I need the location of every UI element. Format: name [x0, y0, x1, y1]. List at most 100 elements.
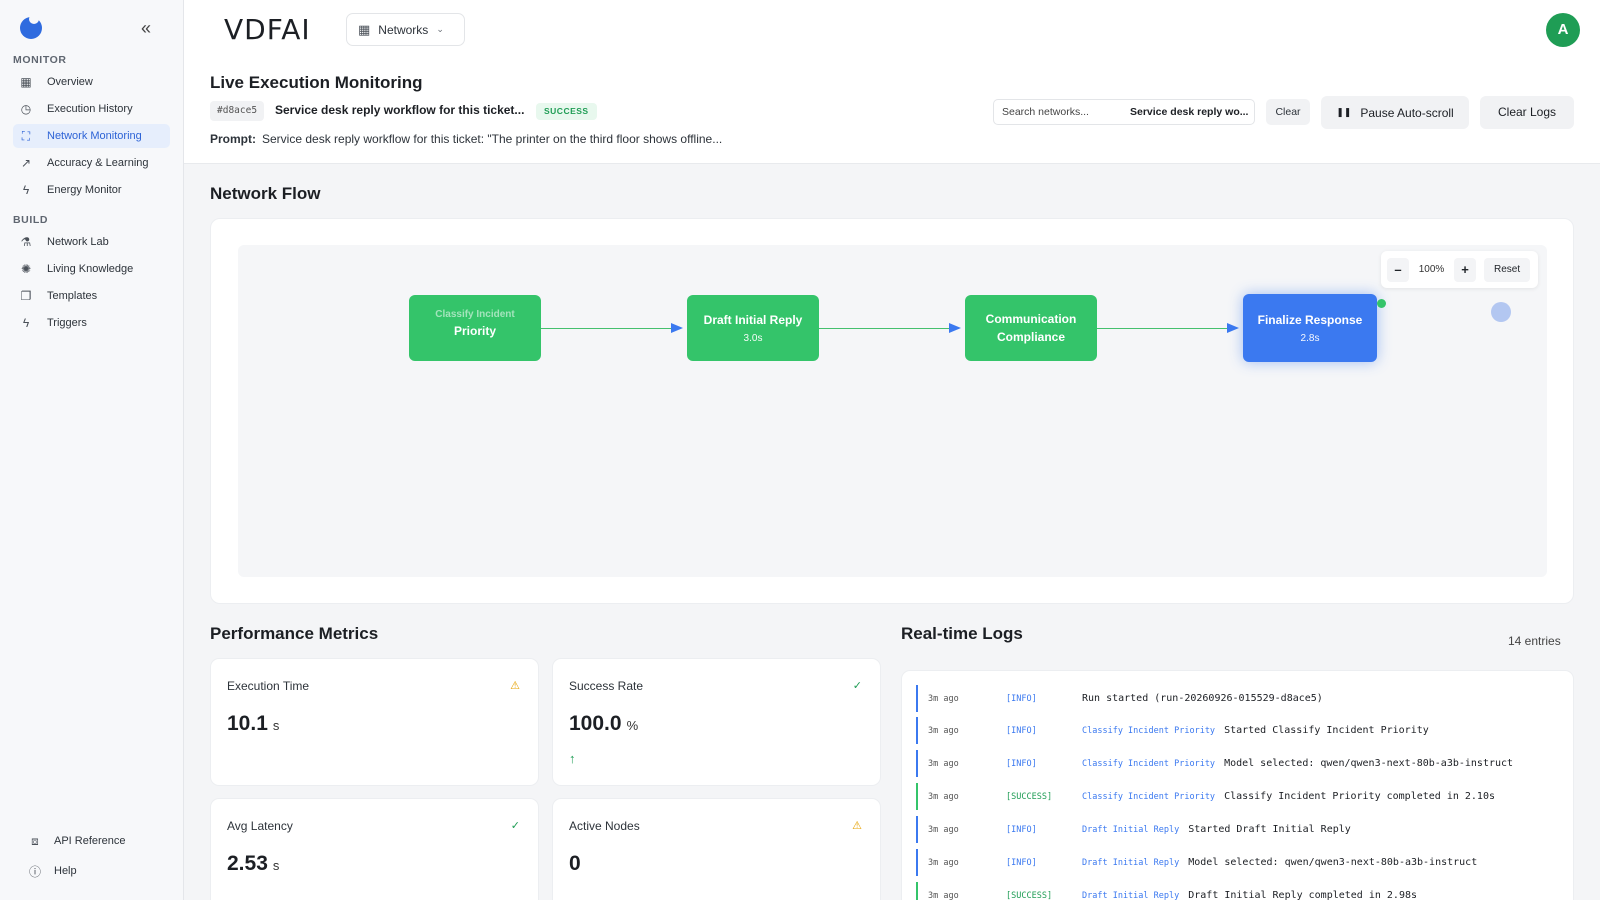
log-time: 3m ago [928, 791, 959, 802]
log-level: [INFO] [1006, 758, 1037, 769]
history-icon: ◷ [20, 102, 32, 116]
flow-node-label: Priority [453, 323, 496, 338]
clear-button[interactable]: Clear [1266, 99, 1310, 125]
pause-label: Pause Auto-scroll [1360, 105, 1454, 120]
prompt-line: Prompt: Service desk reply workflow for t… [210, 132, 722, 146]
pause-autoscroll-button[interactable]: ❚❚ Pause Auto-scroll [1321, 96, 1469, 129]
metric-value: 100.0% [569, 712, 638, 736]
sidebar-item-living-knowledge[interactable]: ✺ Living Knowledge [13, 257, 170, 281]
sidebar-item-network-lab[interactable]: ⚗ Network Lab [13, 230, 170, 254]
metric-label: Active Nodes [569, 819, 640, 833]
zoom-reset-button[interactable]: Reset [1484, 257, 1531, 282]
flow-edge [541, 323, 683, 333]
log-time: 3m ago [928, 693, 959, 704]
log-message: Model selected: qwen/qwen3-next-80b-a3b-… [1188, 857, 1478, 868]
help-icon: ⓘ [28, 864, 41, 879]
search-input[interactable] [994, 106, 1122, 118]
metric-number: 2.53 [227, 852, 268, 875]
brand-text: VDFAI [224, 13, 311, 46]
flow-node-duration: 3.0s [743, 332, 763, 344]
flow-node-classify-incident-priority[interactable]: Classify Incident Priority [409, 295, 541, 361]
metric-card-active-nodes: Active Nodes ⚠ 0 [552, 798, 881, 900]
flow-node-label: Finalize Response [1257, 312, 1363, 327]
network-search: Service desk reply wo... [993, 99, 1255, 125]
flow-node-finalize-response[interactable]: Finalize Response 2.8s [1243, 294, 1377, 362]
log-time: 3m ago [928, 824, 959, 835]
zoom-in-button[interactable]: + [1454, 257, 1476, 282]
brand-logo[interactable]: VDFAI [224, 13, 311, 46]
log-row: 3m ago [INFO] Classify Incident Priority… [916, 750, 1556, 777]
flow-node-draft-initial-reply[interactable]: Draft Initial Reply 3.0s [687, 295, 819, 361]
flow-node-duration: 2.8s [1300, 332, 1320, 344]
log-level: [INFO] [1006, 725, 1037, 736]
footer-item-help[interactable]: ⓘ Help [27, 861, 77, 881]
networks-label: Networks [378, 22, 429, 37]
check-icon: ✓ [510, 820, 520, 832]
selected-network[interactable]: Service desk reply wo... [1130, 106, 1248, 118]
warning-icon: ⚠ [852, 820, 862, 832]
log-time: 3m ago [928, 857, 959, 868]
sidebar-item-triggers[interactable]: ϟ Triggers [13, 311, 170, 335]
section-title-build: BUILD [13, 214, 49, 226]
metric-value: 0 [569, 852, 581, 876]
check-icon: ✓ [852, 680, 862, 692]
log-time: 3m ago [928, 890, 959, 900]
log-node: Draft Initial Reply [1082, 824, 1180, 835]
sidebar-item-network-monitoring[interactable]: ⛶ Network Monitoring [13, 124, 170, 148]
networks-dropdown[interactable]: ▦ Networks ⌄ [346, 13, 465, 46]
brain-icon: ✺ [20, 262, 32, 276]
collapse-sidebar-icon[interactable]: « [136, 18, 156, 38]
log-message: Started Classify Incident Priority [1224, 725, 1429, 736]
sidebar-item-execution-history[interactable]: ◷ Execution History [13, 97, 170, 121]
sidebar-item-label: Living Knowledge [47, 263, 134, 275]
sidebar-item-label: Triggers [47, 317, 87, 329]
sidebar-item-energy-monitor[interactable]: ϟ Energy Monitor [13, 178, 170, 202]
realtime-logs-heading: Real-time Logs [901, 624, 1023, 643]
footer-item-api-reference[interactable]: ⧈ API Reference [27, 831, 125, 851]
flow-node-ghost-label: Classify Incident [435, 308, 515, 320]
prompt-label: Prompt: [210, 132, 256, 146]
zoom-out-button[interactable]: – [1387, 257, 1409, 282]
metric-unit: % [626, 718, 639, 733]
flow-node-communication-compliance[interactable]: Communication Compliance [965, 295, 1097, 361]
network-flow-card: Classify Incident Priority Draft Initial… [210, 218, 1574, 604]
sidebar: « MONITOR ▦ Overview ◷ Execution History… [0, 0, 184, 900]
sidebar-item-overview[interactable]: ▦ Overview [13, 70, 170, 94]
log-time: 3m ago [928, 758, 959, 769]
document-icon: ❐ [20, 289, 32, 303]
log-message: Started Draft Initial Reply [1188, 824, 1351, 835]
code-icon: ⧈ [31, 833, 39, 848]
trend-up-icon: ↑ [569, 751, 576, 766]
metric-number: 100.0 [569, 712, 622, 735]
footer-item-label: Help [54, 865, 77, 877]
log-level: [INFO] [1006, 857, 1037, 868]
pause-icon: ❚❚ [1336, 107, 1352, 117]
logs-panel[interactable]: 3m ago [INFO] Run started (run-20260926-… [901, 670, 1574, 900]
sidebar-item-label: Execution History [47, 103, 133, 115]
log-message: Run started (run-20260926-015529-d8ace5) [1082, 693, 1323, 704]
sidebar-item-label: Network Monitoring [47, 130, 142, 142]
sidebar-item-label: Templates [47, 290, 98, 302]
log-message: Draft Initial Reply completed in 2.98s [1188, 890, 1418, 900]
metric-label: Execution Time [227, 679, 310, 693]
flow-edge [819, 323, 961, 333]
chevron-down-icon: ⌄ [436, 24, 444, 34]
log-row: 3m ago [INFO] Draft Initial Reply Starte… [916, 816, 1556, 843]
sidebar-item-accuracy-learning[interactable]: ↗ Accuracy & Learning [13, 151, 170, 175]
page-title: Live Execution Monitoring [210, 73, 423, 92]
app-logo-icon[interactable] [20, 14, 42, 39]
sidebar-item-label: Network Lab [47, 236, 109, 248]
sidebar-item-templates[interactable]: ❐ Templates [13, 284, 170, 308]
flow-canvas[interactable]: Classify Incident Priority Draft Initial… [238, 245, 1547, 577]
log-level: [INFO] [1006, 693, 1037, 704]
node-output-handle[interactable] [1377, 299, 1386, 308]
metric-value: 2.53 s [227, 852, 279, 876]
avatar[interactable]: A [1546, 13, 1580, 47]
log-row: 3m ago [SUCCESS] Draft Initial Reply Dra… [916, 882, 1556, 900]
metric-number: 10.1 [227, 712, 268, 735]
grid-icon: ▦ [358, 21, 371, 37]
log-row: 3m ago [INFO] Classify Incident Priority… [916, 717, 1556, 744]
metric-card-execution-time: Execution Time ⚠ 10.1 s [210, 658, 539, 786]
clear-logs-button[interactable]: Clear Logs [1480, 96, 1574, 129]
grid-icon: ▦ [20, 75, 32, 89]
